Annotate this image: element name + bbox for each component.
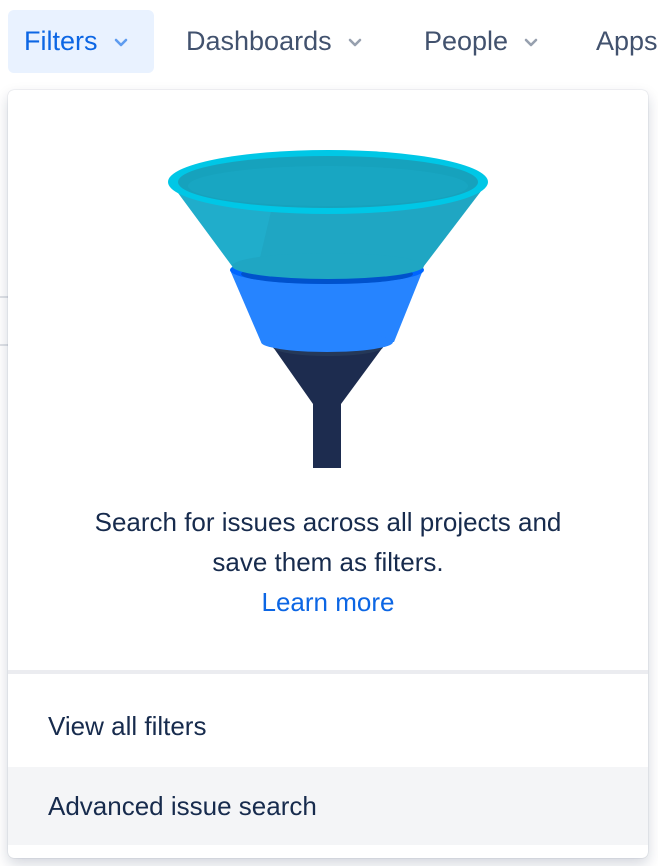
advanced-issue-search-label: Advanced issue search <box>48 790 317 821</box>
nav-filters-button[interactable]: Filters <box>8 10 154 73</box>
nav-dashboards-label: Dashboards <box>186 26 332 56</box>
description-line-1: Search for issues across all projects an… <box>94 507 562 537</box>
funnel-illustration <box>168 150 488 468</box>
nav-dashboards-button[interactable]: Dashboards <box>170 10 364 73</box>
description-line-2: save them as filters. <box>212 547 444 577</box>
chevron-down-icon <box>114 38 127 46</box>
chevron-down-icon <box>348 38 361 46</box>
view-all-filters-label: View all filters <box>48 710 207 741</box>
nav-filters-label: Filters <box>24 26 98 56</box>
page: Filters Dashboards People Apps Search fo… <box>0 0 658 866</box>
top-navigation: Filters Dashboards People Apps <box>0 0 658 86</box>
nav-apps-button[interactable]: Apps <box>580 10 658 73</box>
filters-dropdown: Search for issues across all projects an… <box>8 90 648 858</box>
nav-apps-label: Apps <box>596 26 658 56</box>
dropdown-divider <box>8 670 648 674</box>
chevron-down-icon <box>524 38 538 46</box>
nav-people-button[interactable]: People <box>408 10 540 73</box>
advanced-issue-search-item[interactable]: Advanced issue search <box>8 767 648 845</box>
filters-description: Search for issues across all projects an… <box>8 502 648 582</box>
learn-more-link[interactable]: Learn more <box>8 582 648 622</box>
nav-people-label: People <box>424 26 509 56</box>
view-all-filters-item[interactable]: View all filters <box>8 687 648 765</box>
